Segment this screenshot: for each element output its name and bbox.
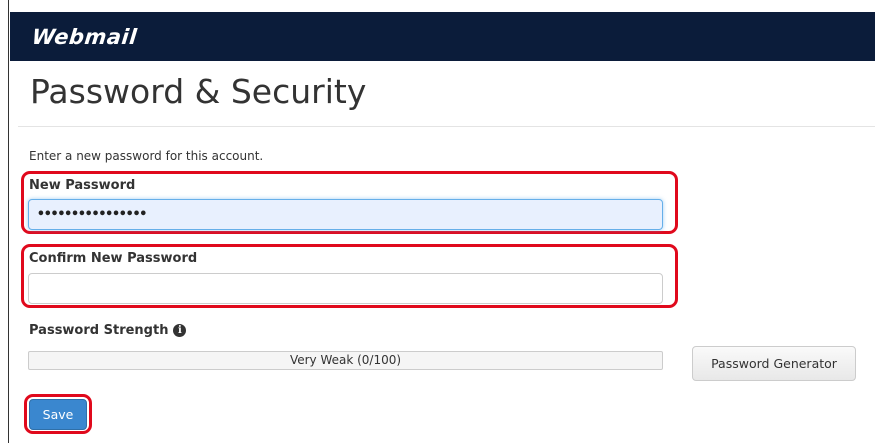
save-button[interactable]: Save: [29, 399, 87, 430]
strength-meter-text: Very Weak (0/100): [289, 353, 402, 367]
confirm-password-label: Confirm New Password: [29, 251, 198, 266]
password-strength-meter: Very Weak (0/100): [28, 351, 663, 370]
intro-text: Enter a new password for this account.: [29, 149, 264, 163]
new-password-label: New Password: [29, 178, 136, 193]
title-divider: [18, 126, 875, 127]
webmail-logo[interactable]: Webmail: [31, 25, 139, 49]
confirm-password-input[interactable]: [28, 273, 663, 304]
left-edge-rule: [8, 0, 9, 443]
header-bar: Webmail: [10, 12, 875, 61]
password-generator-button[interactable]: Password Generator: [692, 346, 856, 381]
page-title: Password & Security: [30, 72, 367, 111]
password-strength-heading: Password Strength i: [29, 323, 187, 338]
new-password-input[interactable]: [28, 199, 663, 230]
info-circle-icon[interactable]: i: [173, 324, 187, 337]
password-strength-label: Password Strength: [29, 323, 169, 338]
